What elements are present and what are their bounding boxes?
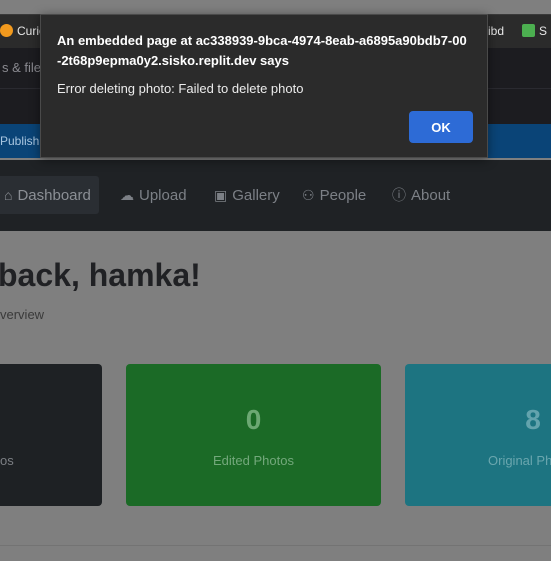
nav-about[interactable]: ⓘ About	[384, 176, 458, 214]
bookmark-ibd[interactable]: ibd	[488, 24, 504, 38]
people-icon: ⚇	[302, 187, 315, 203]
alert-dialog: An embedded page at ac338939-9bca-4974-8…	[40, 14, 488, 158]
ok-button[interactable]: OK	[409, 111, 473, 143]
home-icon: ⌂	[4, 187, 13, 203]
stat-label: Original Ph	[488, 453, 551, 468]
stat-label: os	[0, 453, 14, 468]
nav-people[interactable]: ⚇ People	[294, 176, 374, 214]
stat-card-original-photos: 8 Original Ph	[405, 364, 551, 506]
dashboard-content: back, hamka! verview os 0 Edited Photos …	[0, 231, 551, 561]
nav-dashboard[interactable]: ⌂ Dashboard	[0, 176, 99, 214]
bookmark-curio[interactable]: Curio	[0, 24, 46, 38]
stat-card-edited-photos: 0 Edited Photos	[126, 364, 381, 506]
drive-favicon-icon	[522, 24, 535, 37]
stat-label: Edited Photos	[213, 453, 294, 468]
section-divider	[0, 545, 551, 546]
publish-button[interactable]: Publish	[0, 134, 39, 148]
nav-gallery[interactable]: ▣ Gallery	[206, 176, 288, 214]
cloud-upload-icon: ☁	[120, 187, 134, 203]
stat-value: 8	[525, 404, 541, 435]
page-title: back, hamka!	[0, 257, 201, 293]
stat-card-photos: os	[0, 364, 102, 506]
app-navbar: ⌂ Dashboard ☁ Upload ▣ Gallery ⚇ People ⓘ Abo…	[0, 160, 551, 231]
stat-value: 0	[245, 404, 262, 435]
image-icon: ▣	[214, 187, 228, 203]
nav-upload[interactable]: ☁ Upload	[112, 176, 195, 214]
dialog-message: Error deleting photo: Failed to delete p…	[57, 81, 304, 96]
dialog-title: An embedded page at ac338939-9bca-4974-8…	[57, 33, 467, 68]
info-icon: ⓘ	[392, 187, 406, 203]
bookmark-s[interactable]: S	[522, 24, 547, 38]
page-subtitle: verview	[0, 307, 45, 322]
curio-favicon-icon	[0, 24, 13, 37]
